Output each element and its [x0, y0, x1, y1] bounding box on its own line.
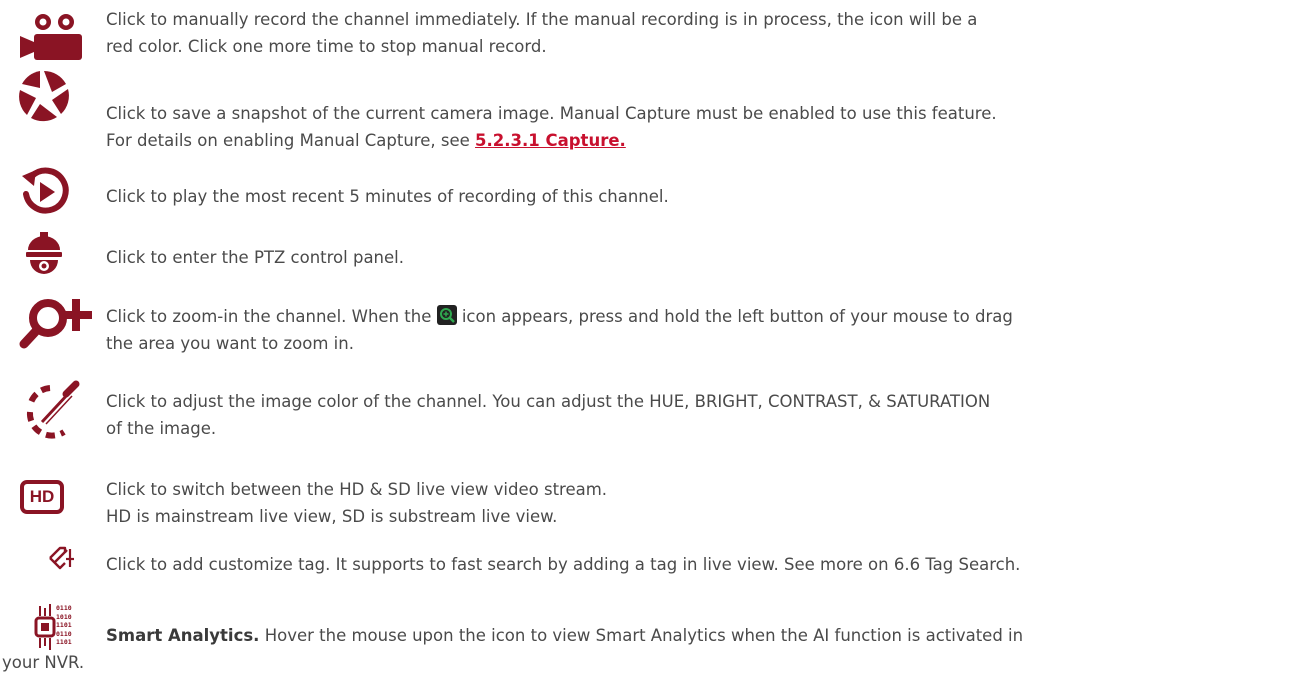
zoom-text-line1: Click to zoom-in the channel. When the i… [106, 303, 1292, 330]
chip-bits: 0110 1010 1101 0110 1101 [56, 604, 72, 647]
chip-bit-row: 0110 [56, 604, 72, 612]
zoom-in-icon [18, 294, 92, 350]
smart-analytics-text-line2: your NVR. [2, 653, 85, 672]
smart-analytics-chip-icon: 0110 1010 1101 0110 1101 [34, 600, 74, 652]
ptz-dome-camera-icon [22, 232, 66, 280]
instant-playback-text: Click to play the most recent 5 minutes … [106, 187, 669, 206]
instant-playback-icon [18, 166, 70, 218]
snapshot-text-line1: Click to save a snapshot of the current … [106, 104, 997, 123]
ptz-text: Click to enter the PTZ control panel. [106, 248, 404, 267]
image-color-text-line1: Click to adjust the image color of the c… [106, 392, 991, 411]
hd-badge-icon: HD [20, 480, 64, 514]
zoom-text-line2: the area you want to zoom in. [106, 334, 354, 353]
smart-analytics-title: Smart Analytics. [106, 626, 260, 645]
color-picker-icon [20, 378, 84, 442]
manual-record-text-line2: red color. Click one more time to stop m… [106, 37, 547, 56]
chip-bit-row: 1101 [56, 621, 72, 629]
chip-bit-row: 1010 [56, 612, 72, 621]
hd-badge-label: HD [29, 487, 55, 506]
manual-record-icon [12, 12, 94, 64]
hd-sd-text-line1: Click to switch between the HD & SD live… [106, 480, 608, 499]
smart-analytics-text-rest: Hover the mouse upon the icon to view Sm… [259, 626, 1024, 645]
snapshot-text-line2-prefix: For details on enabling Manual Capture, … [106, 131, 476, 150]
zoom-text-line1-prefix: Click to zoom-in the channel. When the [106, 307, 437, 326]
capture-section-link[interactable]: 5.2.3.1 Capture. [475, 131, 626, 150]
add-tag-icon [48, 545, 76, 571]
snapshot-text-line2: For details on enabling Manual Capture, … [106, 127, 1292, 154]
smart-analytics-text-line1: Smart Analytics. Hover the mouse upon th… [106, 622, 1292, 649]
chip-bit-row: 0110 [56, 629, 72, 638]
zoom-text-line1-suffix: icon appears, press and hold the left bu… [456, 307, 1013, 326]
manual-record-text-line1: Click to manually record the channel imm… [106, 10, 978, 29]
zoom-magnifier-inline-icon [436, 305, 457, 325]
snapshot-shutter-icon [14, 66, 74, 126]
image-color-text-line2: of the image. [106, 419, 217, 438]
chip-bit-row: 1101 [56, 638, 72, 646]
hd-sd-text-line2: HD is mainstream live view, SD is substr… [106, 507, 558, 526]
add-tag-text: Click to add customize tag. It supports … [106, 555, 1021, 574]
